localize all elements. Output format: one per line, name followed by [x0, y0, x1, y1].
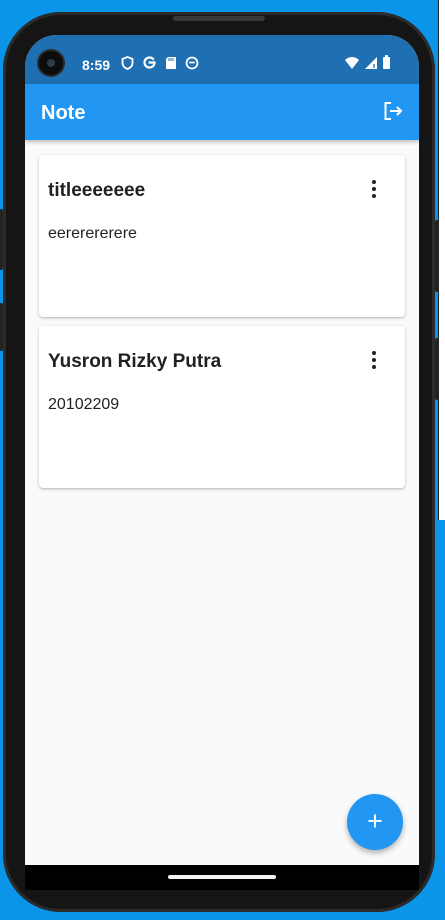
logout-icon	[382, 100, 404, 127]
app-bar: Note	[25, 84, 419, 140]
note-body: 20102209	[48, 396, 120, 413]
background-window-edge	[438, 0, 445, 520]
side-button-right	[435, 338, 439, 400]
signal-icon	[364, 56, 378, 75]
wifi-icon	[344, 56, 360, 75]
note-title: titleeeeeee	[48, 180, 146, 201]
more-options-button[interactable]	[362, 177, 386, 201]
add-note-button[interactable]: +	[347, 794, 403, 850]
status-icons-left	[121, 55, 199, 75]
logout-button[interactable]	[380, 100, 406, 126]
battery-icon	[382, 55, 391, 75]
page-title: Note	[41, 102, 86, 124]
note-card[interactable]: Yusron Rizky Putra 20102209	[39, 326, 405, 488]
more-vert-icon	[372, 180, 376, 184]
note-body: eererererere	[48, 225, 137, 242]
sd-card-icon	[165, 56, 177, 75]
google-icon	[142, 55, 157, 75]
phone-screen: 8:59 Note titleeeeeee eererererere Yusro…	[25, 35, 419, 865]
device-scene: 8:59 Note titleeeeeee eererererere Yusro…	[0, 0, 445, 920]
circle-app-icon	[185, 56, 199, 75]
add-icon: +	[367, 805, 383, 836]
power-button	[435, 220, 439, 292]
navigation-bar	[25, 865, 419, 890]
status-bar: 8:59	[25, 35, 419, 84]
home-indicator[interactable]	[168, 875, 276, 879]
earpiece-speaker	[173, 16, 265, 21]
front-camera	[39, 51, 63, 75]
volume-button	[0, 209, 3, 270]
more-options-button[interactable]	[362, 348, 386, 372]
status-icons-right	[344, 55, 391, 75]
more-vert-icon	[372, 351, 376, 355]
shield-icon	[121, 55, 134, 75]
note-title: Yusron Rizky Putra	[48, 351, 222, 372]
note-card[interactable]: titleeeeeee eererererere	[39, 155, 405, 317]
side-button	[0, 303, 3, 351]
status-time: 8:59	[82, 57, 111, 73]
